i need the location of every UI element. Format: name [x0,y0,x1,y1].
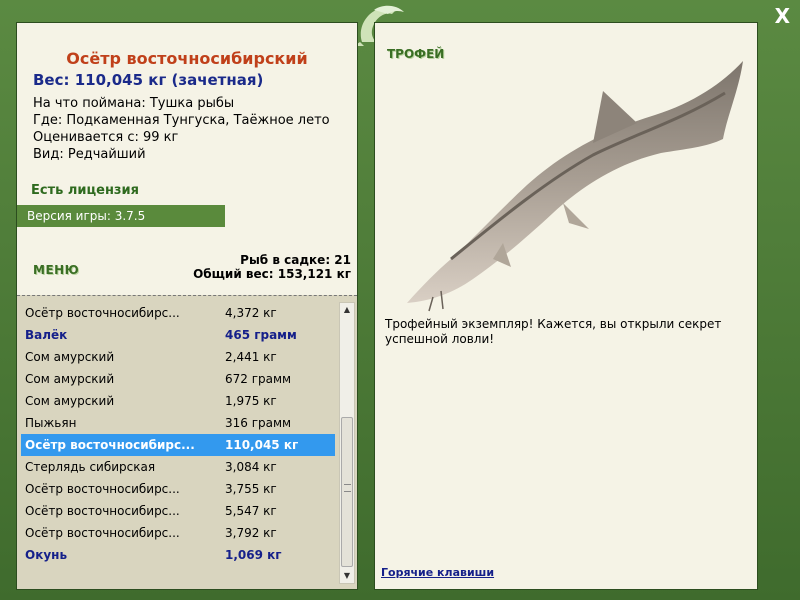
fish-weight-cell: 1,069 кг [225,548,282,562]
hotkeys-link[interactable]: Горячие клавиши [381,566,494,579]
catch-list-container: Осётр восточносибирс... 4,372 кг Валёк 465 … [17,295,357,589]
grip-icon [344,484,351,492]
fish-name: Сом амурский [25,372,115,386]
arrow-up-icon[interactable]: ▲ [340,303,354,317]
fish-weight-cell: 110,045 кг [225,438,299,452]
fish-info-panel: Осётр восточносибирский Вес: 110,045 кг … [16,22,358,590]
fish-details: На что поймана: Тушка рыбы Где: Подкамен… [33,95,330,163]
trophy-panel: ТРОФЕЙ Трофейный экземпляр! Кажется, вы … [374,22,758,590]
list-item[interactable]: Осётр восточносибирс... 4,372 кг [21,302,335,324]
fish-weight-cell: 3,755 кг [225,482,277,496]
fish-weight-cell: 3,084 кг [225,460,277,474]
list-item[interactable]: Осётр восточносибирс... 110,045 кг [21,434,335,456]
caught-on: На что поймана: Тушка рыбы [33,96,235,111]
fish-name: Осётр восточносибирс... [25,504,180,518]
fish-weight-cell: 3,792 кг [225,526,277,540]
fish-count: Рыб в садке: 21 [240,253,351,267]
close-button[interactable]: X [775,4,790,28]
list-item[interactable]: Осётр восточносибирс... 3,755 кг [21,478,335,500]
list-item[interactable]: Окунь 1,069 кг [21,544,335,566]
list-item[interactable]: Сом амурский 672 грамм [21,368,335,390]
fish-weight-cell: 465 грамм [225,328,297,342]
list-item[interactable]: Осётр восточносибирс... 3,792 кг [21,522,335,544]
fish-weight: Вес: 110,045 кг (зачетная) [33,71,264,89]
catch-list[interactable]: Осётр восточносибирс... 4,372 кг Валёк 465 … [21,302,335,566]
arrow-down-icon[interactable]: ▼ [340,569,354,583]
fish-weight-cell: 2,441 кг [225,350,277,364]
sturgeon-image [407,61,743,312]
fish-kind: Вид: Редчайший [33,147,146,162]
fish-name: Осётр восточносибирс... [25,482,180,496]
fish-name: Сом амурский [25,394,115,408]
fish-weight-cell: 4,372 кг [225,306,277,320]
fish-name: Сом амурский [25,350,115,364]
fish-name: Осётр восточносибирс... [25,306,180,320]
list-item[interactable]: Стерлядь сибирская 3,084 кг [21,456,335,478]
trophy-description: Трофейный экземпляр! Кажется, вы открыли… [385,317,722,346]
total-weight: Общий вес: 153,121 кг [193,267,351,281]
fish-weight-cell: 316 грамм [225,416,292,430]
list-item[interactable]: Осётр восточносибирс... 5,547 кг [21,500,335,522]
catch-location: Где: Подкаменная Тунгуска, Таёжное лето [33,113,330,128]
fish-name: Осётр восточносибирс... [25,526,180,540]
menu-button[interactable]: МЕНЮ [33,263,79,277]
list-item[interactable]: Сом амурский 1,975 кг [21,390,335,412]
fish-name: Стерлядь сибирская [25,460,156,474]
list-scrollbar[interactable]: ▲ ▼ [339,302,355,584]
fish-name: Пыжьян [25,416,77,430]
fish-name: Осётр восточносибирс... [25,438,195,452]
fish-name: Валёк [25,328,68,342]
license-status: Есть лицензия [31,183,139,198]
game-version: Версия игры: 3.7.5 [17,205,225,227]
list-item[interactable]: Пыжьян 316 грамм [21,412,335,434]
list-item[interactable]: Валёк 465 грамм [21,324,335,346]
fish-weight-cell: 5,547 кг [225,504,277,518]
fish-name: Окунь [25,548,68,562]
fish-weight-cell: 1,975 кг [225,394,277,408]
valued-from: Оценивается с: 99 кг [33,130,179,145]
fish-title: Осётр восточносибирский [66,49,308,68]
scrollbar-thumb[interactable] [341,417,353,567]
fish-weight-cell: 672 грамм [225,372,292,386]
keepnet-stats: Рыб в садке: 21 Общий вес: 153,121 кг [193,253,351,281]
list-item[interactable]: Сом амурский 2,441 кг [21,346,335,368]
